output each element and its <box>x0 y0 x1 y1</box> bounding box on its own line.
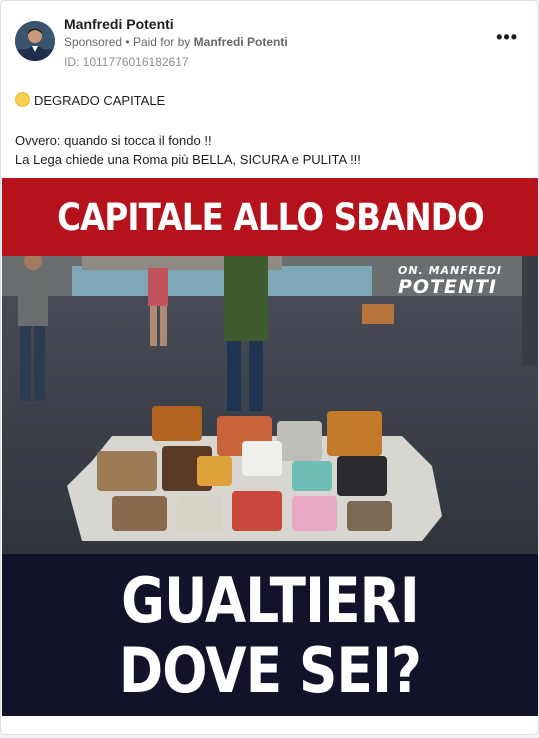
separator-dot: • <box>125 35 133 49</box>
post-heading: DEGRADO CAPITALE <box>34 93 166 108</box>
author-name[interactable]: Manfredi Potenti <box>64 16 174 32</box>
ad-card: Manfredi Potenti Sponsored • Paid for by… <box>0 0 539 735</box>
sponsored-label: Sponsored <box>64 35 123 49</box>
post-text-line-1: DEGRADO CAPITALE <box>15 91 165 110</box>
image-red-banner: CAPITALE ALLO SBANDO <box>2 178 538 256</box>
paid-for-prefix: Paid for by <box>132 35 191 49</box>
headline-panel: GUALTIERI DOVE SEI? <box>2 554 538 716</box>
post-text-line-2: Ovvero: quando si tocca il fondo !! <box>15 133 212 148</box>
paid-for-name: Manfredi Potenti <box>193 35 288 49</box>
headline-line-1: GUALTIERI <box>121 564 419 637</box>
street-vendor-photo[interactable] <box>2 256 538 554</box>
yellow-circle-emoji-icon <box>15 92 30 107</box>
post-text-line-3: La Lega chiede una Roma più BELLA, SICUR… <box>15 152 361 167</box>
sponsored-line: Sponsored • Paid for by Manfredi Potenti <box>64 35 288 49</box>
more-options-icon[interactable]: ••• <box>496 27 518 48</box>
headline-line-2: DOVE SEI? <box>118 634 422 707</box>
banner-title: CAPITALE ALLO SBANDO <box>56 195 485 239</box>
ad-id: ID: 1011776016182617 <box>64 55 189 69</box>
politician-signature: ON. MANFREDI POTENTI <box>398 264 502 297</box>
author-avatar[interactable] <box>15 21 55 61</box>
signature-name: POTENTI <box>398 276 497 298</box>
